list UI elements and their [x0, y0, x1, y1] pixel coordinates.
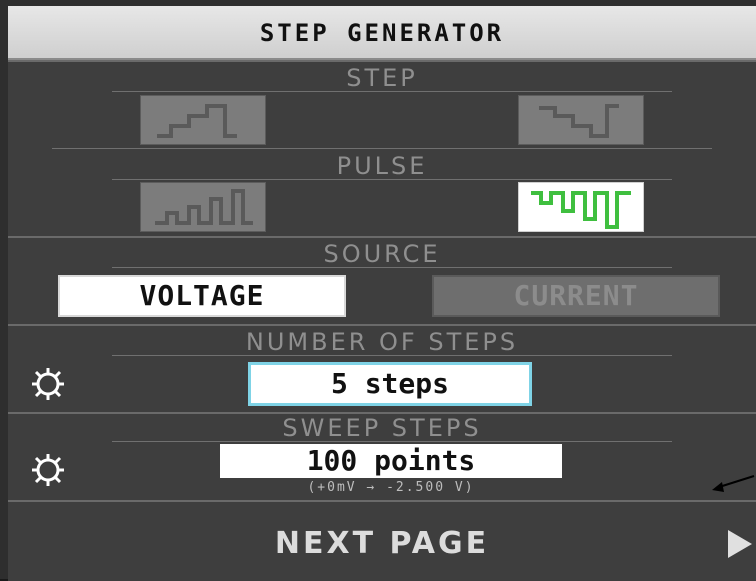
number-of-steps-field[interactable]: 5 steps	[248, 362, 532, 406]
title-bar: STEP GENERATOR	[8, 6, 756, 60]
sweep-steps-panel: SWEEP STEPS 100 points (+0mV → -2.500 V)	[8, 412, 756, 502]
pulse-down-waveform-icon	[531, 191, 631, 229]
step-up-button[interactable]	[140, 95, 266, 145]
number-of-steps-label: NUMBER OF STEPS	[245, 328, 519, 356]
number-of-steps-panel: NUMBER OF STEPS 5 steps	[8, 324, 756, 414]
step-down-button[interactable]	[518, 95, 644, 145]
step-generator-screen: STEP GENERATOR STEP PULSE SOURCE VOLTAGE…	[0, 0, 756, 581]
current-button[interactable]: CURRENT	[432, 275, 720, 317]
pulse-up-waveform-icon	[155, 189, 253, 225]
number-of-steps-divider	[112, 355, 672, 356]
step-up-waveform-icon	[157, 104, 237, 138]
next-page-panel[interactable]: NEXT PAGE	[8, 500, 756, 581]
step-down-waveform-icon	[539, 104, 619, 138]
next-arrow-icon	[728, 530, 752, 558]
source-panel: SOURCE VOLTAGE CURRENT	[8, 236, 756, 326]
source-section-divider	[112, 267, 672, 268]
sweep-steps-label: SWEEP STEPS	[282, 414, 482, 442]
pulse-section-divider	[112, 179, 672, 180]
next-page-label: NEXT PAGE	[274, 526, 490, 561]
sweep-range-text: (+0mV → -2.500 V)	[307, 480, 475, 495]
sweep-steps-field[interactable]: 100 points	[220, 444, 562, 478]
pulse-section-label: PULSE	[336, 152, 428, 180]
gear-icon[interactable]	[28, 450, 68, 490]
pointer-arrow-icon	[712, 475, 755, 492]
pulse-down-button[interactable]	[518, 182, 644, 232]
mid-divider	[52, 148, 712, 149]
sweep-steps-divider	[112, 441, 672, 442]
source-section-label: SOURCE	[323, 240, 441, 268]
step-section-label: STEP	[346, 64, 418, 92]
gear-icon[interactable]	[28, 364, 68, 404]
waveform-panel: STEP PULSE	[8, 60, 756, 238]
pulse-up-button[interactable]	[140, 182, 266, 232]
voltage-button[interactable]: VOLTAGE	[58, 275, 346, 317]
step-section-divider	[112, 91, 672, 92]
page-title: STEP GENERATOR	[259, 19, 505, 47]
